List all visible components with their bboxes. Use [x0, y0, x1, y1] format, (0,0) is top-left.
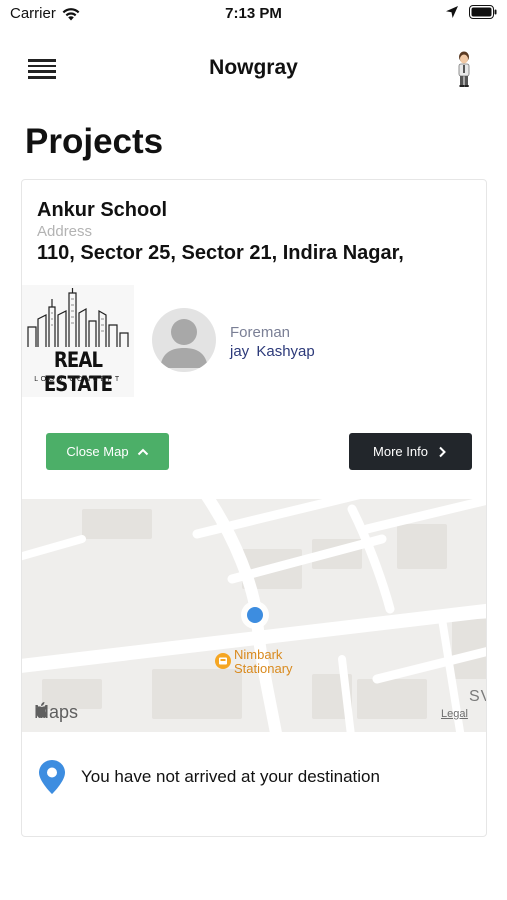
arrival-message: You have not arrived at your destination: [81, 767, 380, 786]
project-logo: REAL ESTATE LOGO CONCEPT: [22, 285, 134, 397]
legal-link[interactable]: Legal: [441, 708, 468, 720]
apple-logo-icon: [35, 702, 48, 718]
location-pin-icon: [39, 760, 65, 794]
logo-title: REAL ESTATE: [43, 348, 113, 396]
map-view[interactable]: Nimbark Stationary Maps SV Legal: [22, 499, 486, 732]
status-right: [445, 5, 497, 19]
chevron-right-icon: [439, 446, 446, 457]
poi-label: Nimbark Stationary: [234, 648, 293, 676]
arrival-status: You have not arrived at your destination: [22, 755, 486, 799]
nav-title: Nowgray: [209, 56, 298, 79]
foreman-avatar: [152, 308, 216, 372]
location-arrow-icon: [446, 6, 458, 18]
close-map-button[interactable]: Close Map: [46, 433, 169, 470]
maps-brand: Maps: [34, 702, 78, 723]
poi-name-line1: Nimbark: [234, 647, 283, 662]
close-map-label: Close Map: [66, 444, 129, 459]
battery-icon: [469, 5, 497, 19]
poi-name-line2: Stationary: [234, 661, 293, 676]
logo-subtitle: LOGO CONCEPT: [34, 376, 122, 383]
status-time: 7:13 PM: [225, 5, 282, 22]
address-label: Address: [37, 223, 93, 240]
default-user-icon: [160, 319, 208, 368]
project-card: Ankur School Address 110, Sector 25, Sec…: [21, 179, 487, 837]
map-edge-label: SV: [469, 688, 486, 705]
address-value: 110, Sector 25, Sector 21, Indira Nagar,: [37, 242, 404, 264]
project-name: Ankur School: [37, 199, 168, 221]
map-streets: [22, 499, 486, 732]
page-title: Projects: [25, 122, 164, 161]
nav-bar: Nowgray: [0, 44, 507, 94]
profile-avatar-icon[interactable]: [451, 50, 477, 88]
more-info-button[interactable]: More Info: [349, 433, 472, 470]
chevron-up-icon: [137, 448, 148, 455]
status-bar: Carrier 7:13 PM: [0, 0, 507, 28]
foreman-name: jay Kashyap: [230, 343, 315, 360]
foreman-label: Foreman: [230, 324, 291, 341]
more-info-label: More Info: [373, 444, 428, 459]
